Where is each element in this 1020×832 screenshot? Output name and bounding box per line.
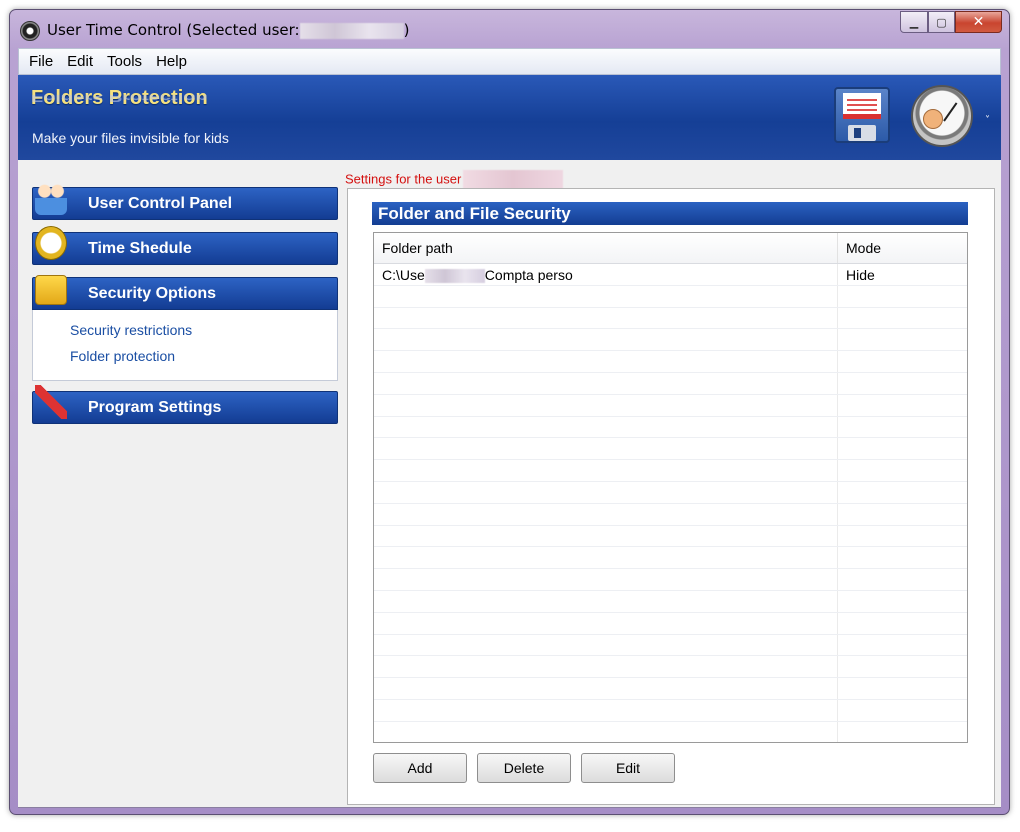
table-row-empty xyxy=(374,634,967,657)
link-security-restrictions[interactable]: Security restrictions xyxy=(70,322,337,348)
sidebar: User Control Panel Time Shedule Security… xyxy=(32,181,338,436)
menu-file[interactable]: File xyxy=(29,53,53,70)
table-row-empty xyxy=(374,481,967,504)
menu-help[interactable]: Help xyxy=(156,53,187,70)
table-row-empty xyxy=(374,656,967,679)
sidebar-item-label: Security Options xyxy=(88,284,217,302)
folder-table: Folder path Mode C:\Use Compta perso Hide xyxy=(373,232,968,743)
minimize-button[interactable]: ▁ xyxy=(900,11,928,33)
users-icon xyxy=(35,181,67,215)
header-banner: Folders Protection Folders Protection Ma… xyxy=(18,75,1001,160)
table-row-empty xyxy=(374,351,967,373)
table-row-empty xyxy=(374,699,967,722)
main-panel: Folder and File Security Folder path Mod… xyxy=(347,188,995,805)
table-row-empty xyxy=(374,329,967,352)
table-row-empty xyxy=(374,503,967,526)
tools-icon xyxy=(35,385,67,419)
lock-icon xyxy=(35,275,67,305)
add-button[interactable]: Add xyxy=(373,753,467,783)
chevron-down-icon[interactable]: ˅ xyxy=(985,115,990,126)
sidebar-item-time-shedule[interactable]: Time Shedule xyxy=(32,226,338,265)
banner-subtitle: Make your files invisible for kids xyxy=(32,130,229,146)
section-title: Folder and File Security xyxy=(372,202,968,225)
link-folder-protection[interactable]: Folder protection xyxy=(70,348,337,374)
redacted-username xyxy=(463,170,564,190)
table-row-empty xyxy=(374,372,967,395)
table-row-empty xyxy=(374,285,967,308)
app-logo-icon xyxy=(20,21,40,41)
content-area: Settings for the user User Control Panel… xyxy=(18,160,1001,808)
table-row-empty xyxy=(374,547,967,570)
sidebar-item-security-options[interactable]: Security Options xyxy=(32,275,338,310)
table-row-empty xyxy=(374,590,967,613)
table-row-empty xyxy=(374,525,967,548)
table-row-empty xyxy=(374,416,967,439)
action-buttons: Add Delete Edit xyxy=(373,753,675,783)
settings-for-user: Settings for the user xyxy=(345,170,564,190)
sidebar-item-program-settings[interactable]: Program Settings xyxy=(32,385,338,424)
table-row-empty xyxy=(374,394,967,417)
edit-button[interactable]: Edit xyxy=(581,753,675,783)
table-row-empty xyxy=(374,307,967,330)
table-row-empty xyxy=(374,460,967,482)
sidebar-item-user-control-panel[interactable]: User Control Panel xyxy=(32,181,338,220)
menu-tools[interactable]: Tools xyxy=(107,53,142,70)
sidebar-item-label: User Control Panel xyxy=(88,194,233,212)
window-title: User Time Control (Selected user:) xyxy=(47,21,410,39)
close-button[interactable]: ✕ xyxy=(955,11,1002,33)
menu-bar: File Edit Tools Help xyxy=(18,48,1001,75)
banner-title-reflection: Folders Protection xyxy=(31,94,208,104)
sidebar-item-label: Time Shedule xyxy=(88,239,192,257)
clock-icon xyxy=(35,226,67,260)
title-bar[interactable]: User Time Control (Selected user:) ▁ ▢ ✕ xyxy=(10,10,1009,48)
delete-button[interactable]: Delete xyxy=(477,753,571,783)
save-icon[interactable] xyxy=(834,87,890,143)
column-header-mode[interactable]: Mode xyxy=(838,233,967,263)
table-header: Folder path Mode xyxy=(374,233,967,264)
menu-edit[interactable]: Edit xyxy=(67,53,93,70)
app-window: User Time Control (Selected user:) ▁ ▢ ✕… xyxy=(9,9,1010,815)
security-subpanel: Security restrictions Folder protection xyxy=(32,310,338,381)
sidebar-item-label: Program Settings xyxy=(88,398,222,416)
redacted-username xyxy=(299,22,404,39)
table-row-empty xyxy=(374,612,967,635)
cell-folder-path: C:\Use Compta perso xyxy=(374,264,838,285)
column-header-folder-path[interactable]: Folder path xyxy=(374,233,838,263)
table-row-empty xyxy=(374,569,967,591)
table-row-empty xyxy=(374,678,967,700)
table-row[interactable]: C:\Use Compta perso Hide xyxy=(374,264,967,286)
cell-mode: Hide xyxy=(846,267,875,283)
user-clock-icon[interactable] xyxy=(911,85,973,147)
maximize-button[interactable]: ▢ xyxy=(928,11,955,33)
table-row-empty xyxy=(374,721,967,742)
redacted-path xyxy=(424,269,485,284)
table-row-empty xyxy=(374,438,967,461)
window-controls: ▁ ▢ ✕ xyxy=(900,11,1002,33)
